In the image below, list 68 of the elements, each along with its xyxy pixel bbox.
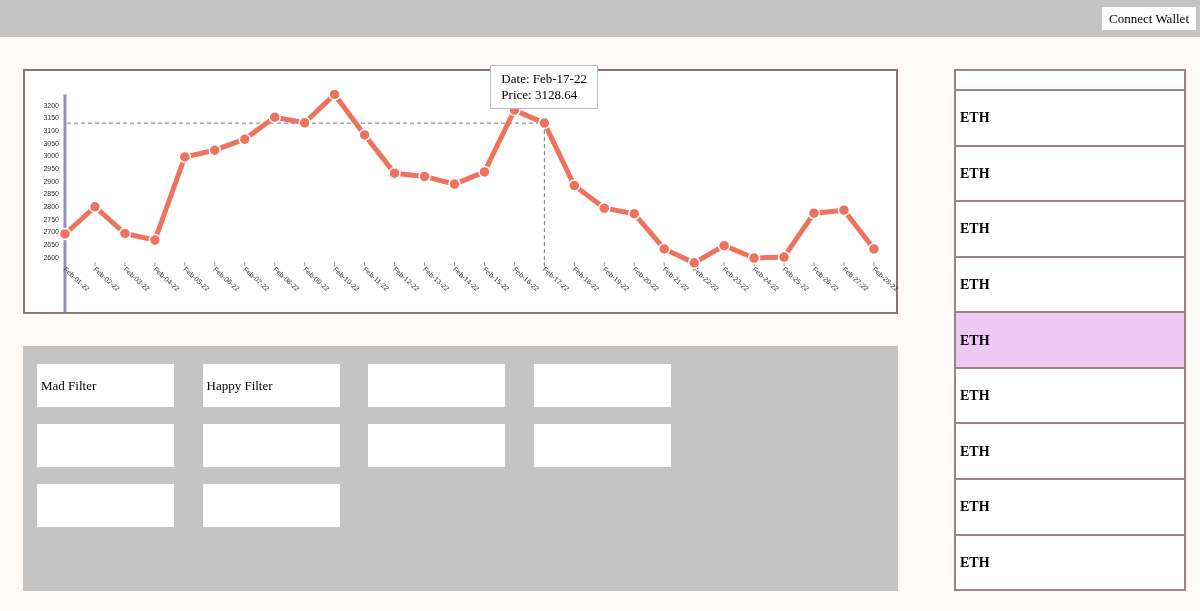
data-point (238, 133, 251, 146)
x-tick-mark (813, 261, 815, 267)
data-point (568, 179, 581, 192)
data-point (298, 116, 311, 129)
data-point (807, 206, 821, 220)
data-point (178, 150, 192, 164)
data-point (88, 200, 102, 214)
filter-card[interactable] (202, 484, 340, 527)
x-tick-mark (483, 261, 485, 267)
x-tick-mark (94, 261, 96, 267)
data-point (148, 233, 162, 247)
x-tick-mark (454, 261, 455, 267)
data-point (657, 242, 671, 256)
filter-card[interactable] (37, 424, 174, 467)
filter-card[interactable]: Happy Filter (202, 364, 340, 407)
x-tick-mark (334, 261, 336, 267)
x-tick-mark (424, 261, 425, 267)
asset-row[interactable]: ETH (956, 313, 1184, 369)
filter-card[interactable]: Mad Filter (37, 364, 174, 407)
data-point (388, 166, 401, 180)
x-tick-mark (364, 261, 366, 267)
x-tick-mark (304, 261, 306, 267)
filter-card[interactable] (37, 484, 174, 527)
x-tick-mark (154, 261, 156, 267)
x-tick-mark (274, 261, 276, 267)
filter-card[interactable] (202, 424, 340, 467)
data-point (867, 242, 881, 256)
data-point (777, 250, 791, 264)
data-point (687, 256, 701, 270)
x-tick-mark (124, 261, 126, 267)
data-point (268, 110, 281, 124)
x-tick-mark (394, 261, 396, 267)
data-point (717, 239, 731, 252)
data-point (118, 227, 132, 240)
tooltip-price: Price: 3128.64 (501, 87, 579, 103)
data-point (747, 251, 761, 265)
x-tick-mark (843, 261, 845, 267)
data-point (598, 201, 611, 215)
x-tick-mark (783, 261, 785, 267)
data-point (58, 227, 72, 241)
data-point (328, 88, 341, 101)
filter-card[interactable] (368, 424, 505, 467)
data-point (418, 170, 431, 183)
x-tick-mark (543, 261, 545, 267)
x-tick-mark (603, 261, 605, 267)
x-tick-mark (873, 261, 875, 267)
x-tick-mark (214, 261, 216, 267)
x-tick-mark (513, 261, 515, 267)
x-tick-mark (244, 261, 246, 267)
x-tick-mark (633, 261, 635, 267)
data-point (208, 143, 222, 157)
x-tick-mark (723, 261, 725, 267)
filter-card[interactable] (533, 424, 671, 467)
x-tick-mark (753, 261, 755, 267)
x-tick-mark (184, 261, 186, 267)
data-point (628, 207, 641, 220)
tooltip-date: Date: Feb-17-22 (501, 71, 587, 87)
x-tick-mark (64, 261, 66, 267)
data-point (837, 203, 851, 217)
x-tick-mark (573, 261, 575, 267)
filter-card[interactable] (533, 364, 671, 407)
data-point (478, 165, 491, 179)
x-tick-mark (663, 261, 665, 267)
data-point (538, 116, 551, 130)
connect-wallet-button[interactable]: Connect Wallet (1102, 7, 1196, 30)
data-point (358, 128, 371, 142)
data-point (448, 177, 461, 191)
filter-card[interactable] (368, 364, 505, 407)
